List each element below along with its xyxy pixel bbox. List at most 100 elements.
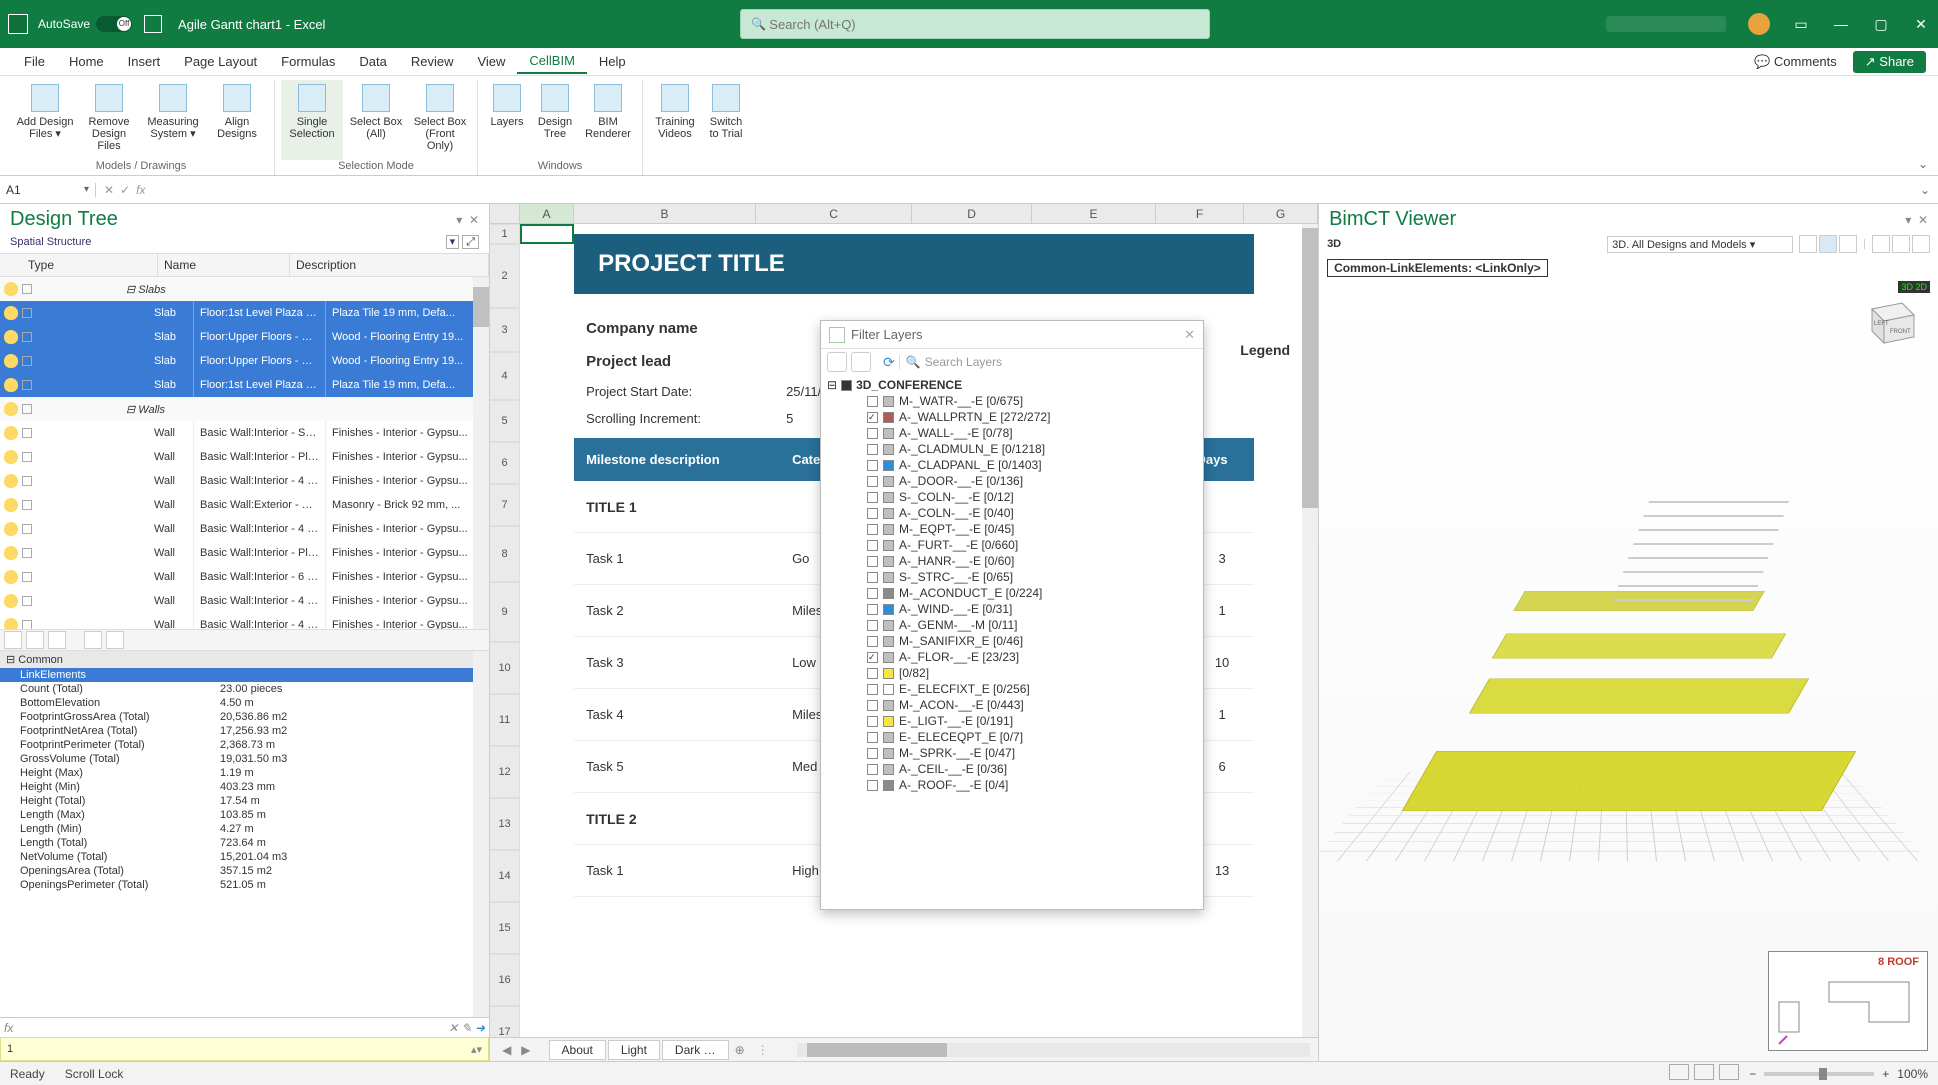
row-header[interactable]: 2 (490, 244, 520, 308)
tab-cellbim[interactable]: CellBIM (517, 49, 587, 74)
props-edit-icon[interactable]: ✎ (462, 1021, 472, 1035)
bim-model-dropdown[interactable]: 3D. All Designs and Models ▾ (1607, 236, 1793, 253)
filter-layer-item[interactable]: A-_GENM-__-M [0/11] (827, 617, 1197, 633)
sheet-vscroll[interactable] (1302, 224, 1318, 1037)
active-cell-a1[interactable] (520, 224, 574, 244)
filter-root-node[interactable]: ⊟ 3D_CONFERENCE (827, 377, 1197, 393)
zoom-slider[interactable] (1764, 1072, 1874, 1076)
row-header[interactable]: 6 (490, 442, 520, 484)
switch-to-trial-button[interactable]: Switch to Trial (703, 80, 749, 160)
autosave-switch[interactable]: Off (96, 16, 132, 32)
filter-layer-item[interactable]: E-_LIGT-__-E [0/191] (827, 713, 1197, 729)
view-page-break-icon[interactable] (1719, 1064, 1739, 1080)
name-box[interactable]: A1▾ (0, 183, 96, 197)
col-header-f[interactable]: F (1156, 204, 1244, 223)
props-command-input[interactable]: 1 ▴▾ (0, 1037, 489, 1061)
row-header[interactable]: 5 (490, 400, 520, 442)
props-scrollbar[interactable] (473, 651, 489, 1017)
col-header-g[interactable]: G (1244, 204, 1318, 223)
filter-layer-item[interactable]: [0/82] (827, 665, 1197, 681)
tree-group[interactable]: ⊟ Walls (0, 397, 489, 421)
fx-icon[interactable]: fx (136, 183, 145, 197)
select-box-all-button[interactable]: Select Box (All) (345, 80, 407, 160)
expand-icon[interactable]: ⤢ (462, 235, 479, 249)
row-header[interactable]: 11 (490, 694, 520, 746)
single-selection-button[interactable]: Single Selection (281, 80, 343, 160)
property-row[interactable]: Length (Total)723.64 m (0, 836, 489, 850)
tree-row[interactable]: SlabFloor:1st Level Plaza 3'...Plaza Til… (0, 301, 489, 325)
view-page-layout-icon[interactable] (1694, 1064, 1714, 1080)
col-header-c[interactable]: C (756, 204, 912, 223)
view-normal-icon[interactable] (1669, 1064, 1689, 1080)
row-header[interactable]: 1 (490, 224, 520, 244)
maximize-button[interactable]: ▢ (1872, 15, 1890, 33)
row-header[interactable]: 14 (490, 850, 520, 902)
filter-layer-item[interactable]: A-_CLADMULN_E [0/1218] (827, 441, 1197, 457)
sheet-add-icon[interactable]: ⊕ (731, 1043, 749, 1057)
tree-row[interactable]: WallBasic Wall:Interior - Plu...Finishes… (0, 445, 489, 469)
toolbar-btn-4[interactable] (84, 631, 102, 649)
filter-layer-item[interactable]: A-_WALLPRTN_E [272/272] (827, 409, 1197, 425)
sheet-nav-next[interactable]: ▶ (517, 1043, 534, 1057)
property-row[interactable]: Length (Max)103.85 m (0, 808, 489, 822)
tab-formulas[interactable]: Formulas (269, 50, 347, 73)
close-button[interactable]: ✕ (1912, 15, 1930, 33)
bim-view-cube[interactable]: LEFT FRONT (1860, 291, 1920, 351)
tree-row[interactable]: WallBasic Wall:Interior - Sou...Finishes… (0, 421, 489, 445)
layers-button[interactable]: Layers (484, 80, 530, 160)
filter-layer-item[interactable]: M-_ACON-__-E [0/443] (827, 697, 1197, 713)
bim-tool-3[interactable] (1839, 235, 1857, 253)
filter-layer-item[interactable]: A-_HANR-__-E [0/60] (827, 553, 1197, 569)
share-button[interactable]: ↗ Share (1853, 51, 1926, 73)
filter-layer-item[interactable]: E-_ELECEQPT_E [0/7] (827, 729, 1197, 745)
tree-group[interactable]: ⊟ Slabs (0, 277, 489, 301)
row-header[interactable]: 12 (490, 746, 520, 798)
add-design-files-button[interactable]: Add Design Files ▾ (14, 80, 76, 160)
panel-close-icon[interactable]: ✕ (469, 213, 479, 227)
property-row[interactable]: Length (Min)4.27 m (0, 822, 489, 836)
bim-tool-6[interactable] (1912, 235, 1930, 253)
filter-layer-item[interactable]: S-_COLN-__-E [0/12] (827, 489, 1197, 505)
cancel-formula-icon[interactable]: ✕ (104, 183, 114, 197)
filter-icon[interactable]: ▾ (446, 235, 460, 249)
bim-minimap[interactable]: 8 ROOF (1768, 951, 1928, 1051)
filter-layer-item[interactable]: S-_STRC-__-E [0/65] (827, 569, 1197, 585)
property-row[interactable]: OpeningsPerimeter (Total)521.05 m (0, 878, 489, 892)
ribbon-mode-icon[interactable]: ▭ (1792, 15, 1810, 33)
tab-review[interactable]: Review (399, 50, 466, 73)
bim-close-icon[interactable]: ✕ (1918, 213, 1928, 227)
sheet-hscroll[interactable] (797, 1043, 1310, 1057)
design-tree-button[interactable]: Design Tree (532, 80, 578, 160)
filter-layer-item[interactable]: A-_WIND-__-E [0/31] (827, 601, 1197, 617)
comments-button[interactable]: 💬 Comments (1746, 51, 1845, 73)
tree-row[interactable]: WallBasic Wall:Interior - 6 1/...Finishe… (0, 565, 489, 589)
filter-layer-item[interactable]: M-_SPRK-__-E [0/47] (827, 745, 1197, 761)
tab-page-layout[interactable]: Page Layout (172, 50, 269, 73)
tab-file[interactable]: File (12, 50, 57, 73)
search-input[interactable] (769, 17, 1199, 32)
autosave-toggle[interactable]: AutoSave Off (38, 16, 132, 32)
toolbar-btn-3[interactable] (48, 631, 66, 649)
align-designs-button[interactable]: Align Designs (206, 80, 268, 160)
sheet-tab-about[interactable]: About (549, 1040, 606, 1060)
bim-tool-5[interactable] (1892, 235, 1910, 253)
filter-layer-item[interactable]: A-_WALL-__-E [0/78] (827, 425, 1197, 441)
bim-dropdown-icon[interactable]: ▾ (1905, 213, 1911, 227)
sheet-tab-dark[interactable]: Dark … (662, 1040, 729, 1060)
col-type[interactable]: Type (0, 254, 158, 276)
property-row[interactable]: Count (Total)23.00 pieces (0, 682, 489, 696)
filter-expand-icon[interactable] (851, 352, 871, 372)
row-header[interactable]: 10 (490, 642, 520, 694)
select-all-cell[interactable] (490, 204, 520, 223)
filter-refresh-icon[interactable]: ⟳ (883, 354, 895, 371)
tab-insert[interactable]: Insert (116, 50, 173, 73)
filter-layer-item[interactable]: M-_SANIFIXR_E [0/46] (827, 633, 1197, 649)
property-row[interactable]: FootprintPerimeter (Total)2,368.73 m (0, 738, 489, 752)
filter-collapse-icon[interactable] (827, 352, 847, 372)
sheet-tab-light[interactable]: Light (608, 1040, 660, 1060)
property-row[interactable]: FootprintGrossArea (Total)20,536.86 m2 (0, 710, 489, 724)
tab-help[interactable]: Help (587, 50, 638, 73)
property-row[interactable]: Height (Max)1.19 m (0, 766, 489, 780)
zoom-in-icon[interactable]: + (1882, 1067, 1889, 1081)
row-header[interactable]: 9 (490, 582, 520, 642)
